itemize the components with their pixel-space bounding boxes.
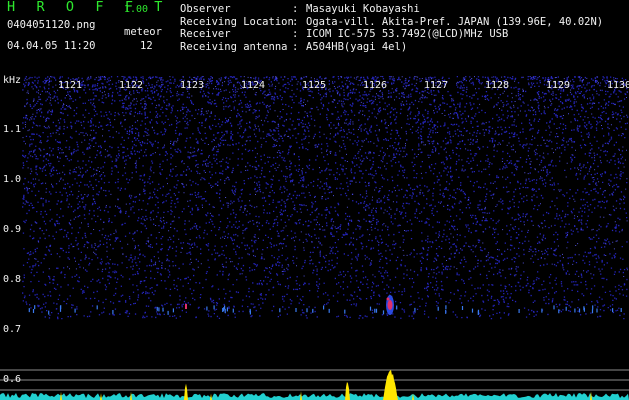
hz-label: 1125 [302, 80, 327, 91]
station-info-label: Receiving Location [180, 15, 294, 28]
station-info-value: Masayuki Kobayashi [306, 3, 420, 15]
station-info: Observer: Masayuki Kobayashi Receiving Loc… [180, 3, 603, 53]
hz-label: 1127 [424, 80, 449, 91]
spectrogram [0, 76, 629, 400]
station-info-separator: : [292, 3, 299, 15]
meteor-echo-small [185, 304, 187, 309]
khz-tick: 1.0 [3, 174, 22, 185]
station-info-label: Receiving antenna [180, 40, 288, 53]
khz-tick: 1.1 [3, 124, 22, 135]
station-info-separator: : [292, 40, 299, 53]
khz-tick: 0.6 [3, 374, 22, 385]
khz-tick: 0.7 [3, 324, 22, 335]
capture-datetime: 04.04.05 11:20 [7, 40, 96, 52]
file-name: 0404051120.png [7, 19, 96, 31]
hz-label: 1124 [241, 80, 266, 91]
khz-tick: 0.8 [3, 274, 22, 285]
hrofft-window: H R O F F T 1.00 0404051120.png meteor 0… [0, 0, 629, 400]
station-info-label: Observer [180, 3, 231, 15]
station-info-value: ICOM IC-575 53.7492(@LCD)MHz USB [306, 28, 509, 40]
meteor-echo-core [387, 300, 393, 310]
hz-label: 1128 [485, 80, 510, 91]
station-info-label: Receiver [180, 28, 231, 40]
station-info-row: Observer: Masayuki Kobayashi [180, 3, 603, 16]
station-info-separator: : [292, 28, 299, 40]
meteor-echo-spot [386, 297, 390, 301]
station-info-separator: : [292, 15, 299, 28]
station-info-row: Receiving antenna: A504HB(yagi 4el) [180, 41, 603, 54]
station-info-value: A504HB(yagi 4el) [306, 40, 408, 53]
station-info-row: Receiver: ICOM IC-575 53.7492(@LCD)MHz US… [180, 28, 603, 41]
meteor-count: 12 [140, 40, 153, 52]
hz-label: 1129 [546, 80, 571, 91]
hz-label: 1122 [119, 80, 144, 91]
khz-tick: 0.9 [3, 224, 22, 235]
meteor-label: meteor [124, 26, 162, 38]
hz-label: 1126 [363, 80, 388, 91]
hz-label: 1130 [607, 80, 629, 91]
hz-label: 1121 [58, 80, 83, 91]
khz-unit-label: kHz [3, 75, 22, 86]
station-info-row: Receiving Location: Ogata-vill. Akita-Pre… [180, 16, 603, 29]
hz-label: 1123 [180, 80, 205, 91]
app-version: 1.00 [124, 4, 149, 15]
station-info-value: Ogata-vill. Akita-Pref. JAPAN (139.96E, … [306, 15, 604, 28]
spectrogram-background [0, 76, 629, 400]
